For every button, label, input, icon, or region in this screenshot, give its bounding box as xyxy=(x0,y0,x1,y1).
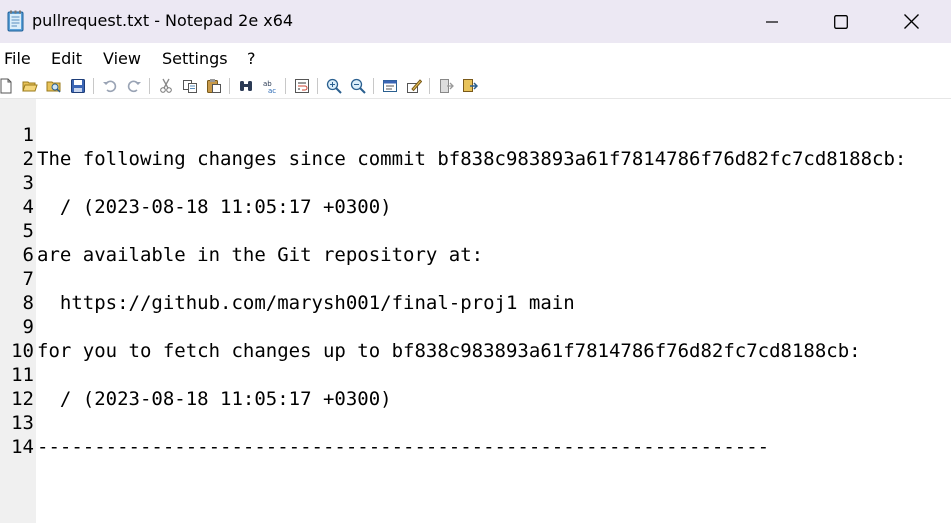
word-wrap-icon[interactable] xyxy=(294,78,310,94)
editor-line[interactable]: 4 xyxy=(0,171,951,218)
new-file-icon[interactable] xyxy=(0,78,14,94)
editor-line[interactable]: 10 xyxy=(0,315,951,362)
editor-line[interactable]: 11 / (2023-08-18 11:05:17 +0300) xyxy=(0,339,951,410)
editor-line[interactable]: 7 https://github.com/marysh001/final-pro… xyxy=(0,243,951,314)
editor-line[interactable]: 3 / (2023-08-18 11:05:17 +0300) xyxy=(0,147,951,218)
editor-line[interactable]: 8 xyxy=(0,267,951,314)
minimize-button[interactable] xyxy=(737,0,807,43)
maximize-icon xyxy=(834,14,848,29)
menu-edit[interactable]: Edit xyxy=(51,49,82,69)
close-button[interactable] xyxy=(876,0,946,43)
save-icon[interactable] xyxy=(70,78,86,94)
editor-line[interactable]: 14 xyxy=(0,411,951,458)
toolbar-separator xyxy=(373,78,374,94)
toolbar: ab ac xyxy=(0,73,951,99)
window-title: pullrequest.txt - Notepad 2e x64 xyxy=(32,11,294,30)
menu-view[interactable]: View xyxy=(103,49,141,69)
line-text[interactable]: ----------------------------------------… xyxy=(37,435,769,459)
save-exit-icon[interactable] xyxy=(462,78,478,94)
editor-line[interactable]: 12 xyxy=(0,363,951,410)
minimize-icon xyxy=(766,20,778,23)
exit-icon[interactable] xyxy=(438,78,454,94)
browse-icon[interactable] xyxy=(46,78,62,94)
editor-line[interactable]: 5 are available in the Git repository at… xyxy=(0,195,951,266)
replace-icon[interactable]: ab ac xyxy=(262,78,278,94)
close-icon xyxy=(903,14,919,29)
text-editor[interactable]: 1 The following changes since commit bf8… xyxy=(0,99,951,523)
cut-icon[interactable] xyxy=(158,78,174,94)
find-icon[interactable] xyxy=(238,78,254,94)
line-number: 14 xyxy=(11,436,34,458)
redo-icon[interactable] xyxy=(126,78,142,94)
editor-line[interactable]: 9 for you to fetch changes up to bf838c9… xyxy=(0,291,951,362)
maximize-button[interactable] xyxy=(806,0,876,43)
copy-icon[interactable] xyxy=(182,78,198,94)
scheme-icon[interactable] xyxy=(382,78,398,94)
editor-line[interactable]: 6 xyxy=(0,219,951,266)
toolbar-separator xyxy=(429,78,430,94)
zoom-in-icon[interactable] xyxy=(326,78,342,94)
editor-line[interactable]: 1 The following changes since commit bf8… xyxy=(0,99,951,170)
toolbar-separator xyxy=(229,78,230,94)
editor-line[interactable]: 2 xyxy=(0,123,951,170)
toolbar-separator xyxy=(93,78,94,94)
toolbar-separator xyxy=(317,78,318,94)
menu-help[interactable]: ? xyxy=(247,49,256,69)
menu-settings[interactable]: Settings xyxy=(162,49,228,69)
toolbar-separator xyxy=(149,78,150,94)
customize-icon[interactable] xyxy=(406,78,422,94)
editor-line[interactable]: 13 -------------------------------------… xyxy=(0,387,951,458)
menu-bar: File Edit View Settings ? xyxy=(0,43,951,73)
undo-icon[interactable] xyxy=(102,78,118,94)
notepad-app-icon xyxy=(7,10,24,32)
paste-icon[interactable] xyxy=(206,78,222,94)
menu-file[interactable]: File xyxy=(4,49,31,69)
title-bar[interactable]: pullrequest.txt - Notepad 2e x64 xyxy=(0,0,951,43)
open-folder-icon[interactable] xyxy=(22,78,38,94)
svg-text:ac: ac xyxy=(268,87,276,94)
toolbar-separator xyxy=(285,78,286,94)
zoom-out-icon[interactable] xyxy=(350,78,366,94)
